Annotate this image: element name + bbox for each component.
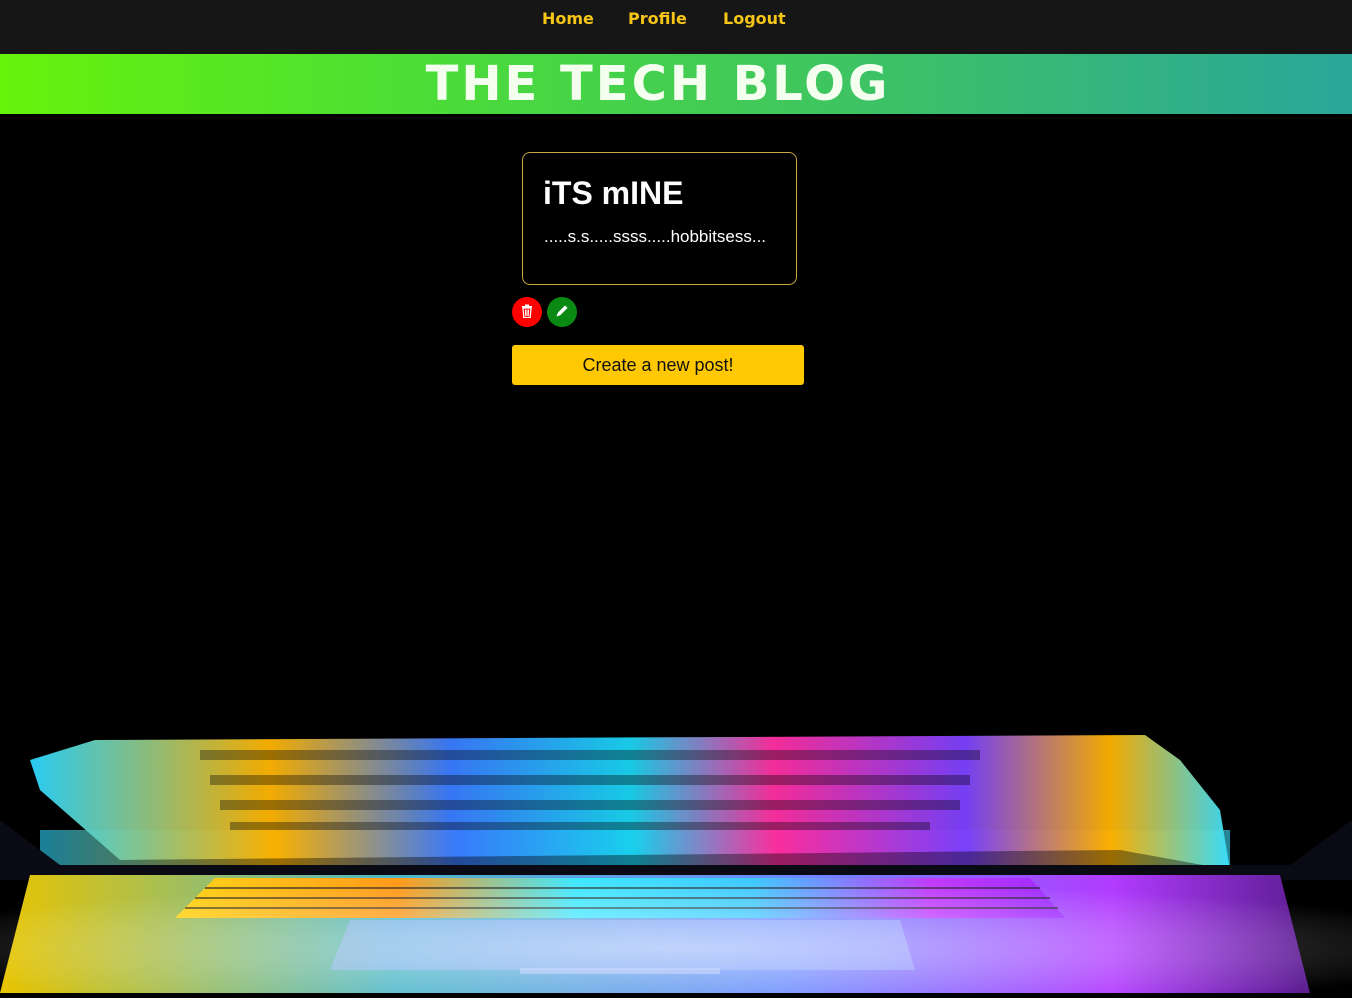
laptop-hero-image [0,700,1352,993]
nav-link-logout[interactable]: Logout [723,9,786,28]
delete-post-button[interactable] [512,297,542,327]
post-title: iTS mINE [543,175,683,212]
site-title: THE TECH BLOG [0,56,1334,112]
site-banner: THE TECH BLOG [0,54,1352,114]
post-body: .....s.s.....ssss.....hobbitsess... [544,227,766,247]
edit-post-button[interactable] [547,297,577,327]
post-card[interactable]: iTS mINE .....s.s.....ssss.....hobbitses… [522,152,797,285]
create-post-button[interactable]: Create a new post! [512,345,804,385]
trash-icon [521,304,533,321]
pencil-icon [555,304,569,321]
nav-link-profile[interactable]: Profile [628,9,687,28]
top-navbar: Home Profile Logout [0,0,1352,54]
nav-link-home[interactable]: Home [542,9,594,28]
